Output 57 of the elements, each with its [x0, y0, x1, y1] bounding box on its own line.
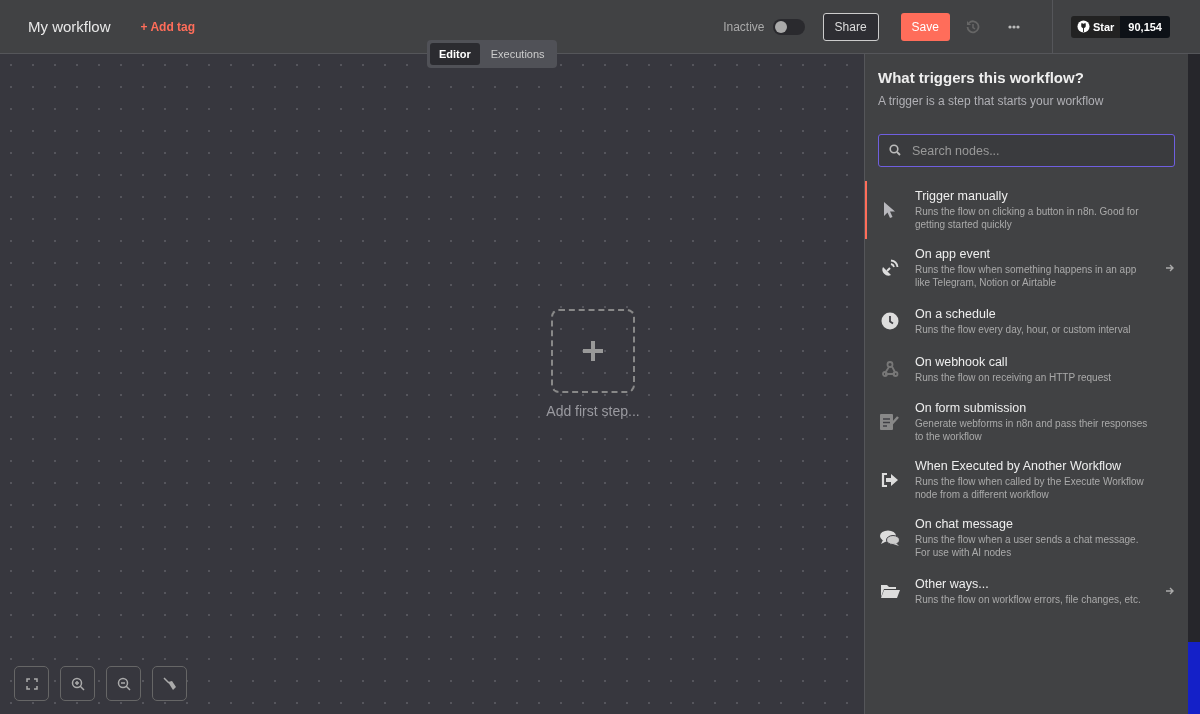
- trigger-description: Runs the flow on clicking a button in n8n. Good for getting started quickly: [915, 205, 1140, 231]
- clock-icon: [881, 312, 899, 330]
- zoom-out-button[interactable]: [106, 666, 141, 701]
- trigger-item[interactable]: On a schedule Runs the flow every day, hour, or custom interval: [865, 297, 1188, 345]
- view-tab[interactable]: Editor: [430, 43, 480, 65]
- sign-out-icon: [881, 472, 899, 488]
- active-toggle[interactable]: [772, 18, 805, 35]
- trigger-title: On form submission: [915, 401, 1028, 415]
- trigger-description: Runs the flow when a user sends a chat message. For use with AI nodes: [915, 533, 1140, 559]
- trigger-title: Trigger manually: [915, 189, 1009, 203]
- fit-view-button[interactable]: [14, 666, 49, 701]
- trigger-description: Runs the flow on receiving an HTTP request: [915, 370, 1113, 384]
- star-count: 90,154: [1120, 15, 1170, 38]
- trigger-description: Generate webforms in n8n and pass their responses to the workflow: [915, 417, 1149, 443]
- trigger-item[interactable]: When Executed by Another Workflow Runs the flow when called by the Execute Workflow node from a different workflow: [865, 451, 1188, 509]
- trigger-title: On chat message: [915, 517, 1014, 531]
- trigger-item[interactable]: On app event Runs the flow when something happens in an app like Telegram, Notion or Airtable: [865, 239, 1188, 297]
- trigger-item[interactable]: On form submission Generate webforms in n8n and pass their responses to the workflow: [865, 393, 1188, 451]
- add-tag-link[interactable]: + Add tag: [140, 19, 196, 34]
- github-icon: [1076, 20, 1090, 33]
- satellite-icon: [881, 259, 899, 277]
- trigger-title: On app event: [915, 247, 992, 261]
- star-label: Star: [1092, 20, 1115, 33]
- trigger-item[interactable]: On chat message Runs the flow when a user sends a chat message. For use with AI nodes: [865, 509, 1188, 567]
- panel-subtitle: A trigger is a step that starts your workflow: [878, 94, 1105, 108]
- trigger-description: Runs the flow when something happens in an app like Telegram, Notion or Airtable: [915, 263, 1138, 289]
- zoom-in-icon: [70, 676, 85, 691]
- trigger-description: Runs the flow when called by the Execute Workflow node from a different workflow: [915, 475, 1145, 501]
- trigger-title: On webhook call: [915, 354, 1009, 369]
- share-button[interactable]: Share: [822, 12, 879, 41]
- form-icon: [880, 413, 900, 431]
- tidy-up-button[interactable]: [152, 666, 187, 701]
- trigger-item[interactable]: On webhook call Runs the flow on receiving an HTTP request: [865, 345, 1188, 393]
- panel-title: What triggers this workflow?: [878, 69, 1085, 86]
- webhook-icon: [881, 360, 899, 378]
- trigger-title: Other ways...: [915, 576, 990, 591]
- trigger-item[interactable]: Other ways... Runs the flow on workflow errors, file changes, etc.: [865, 567, 1188, 615]
- toggle-label: Inactive: [723, 19, 765, 34]
- workflow-title[interactable]: My workflow: [28, 18, 111, 35]
- zoom-in-button[interactable]: [60, 666, 95, 701]
- view-tab[interactable]: Executions: [481, 43, 554, 65]
- add-step-label: Add first step...: [546, 403, 640, 419]
- plus-icon: [582, 340, 604, 362]
- trigger-title: When Executed by Another Workflow: [915, 459, 1123, 473]
- more-icon[interactable]: [1007, 24, 1020, 29]
- fullscreen-icon: [25, 677, 38, 690]
- trigger-description: Runs the flow every day, hour, or custom interval: [915, 322, 1132, 336]
- chat-icon: [880, 529, 900, 547]
- folder-icon: [880, 583, 900, 599]
- side-strip: [1188, 642, 1200, 714]
- trigger-title: On a schedule: [915, 306, 997, 321]
- broom-icon: [162, 676, 177, 691]
- search-field[interactable]: Search nodes...: [878, 134, 1175, 167]
- trigger-description: Runs the flow on workflow errors, file changes, etc.: [915, 592, 1142, 606]
- pointer-icon: [883, 201, 897, 219]
- zoom-out-icon: [116, 676, 131, 691]
- add-step-button[interactable]: [551, 309, 635, 393]
